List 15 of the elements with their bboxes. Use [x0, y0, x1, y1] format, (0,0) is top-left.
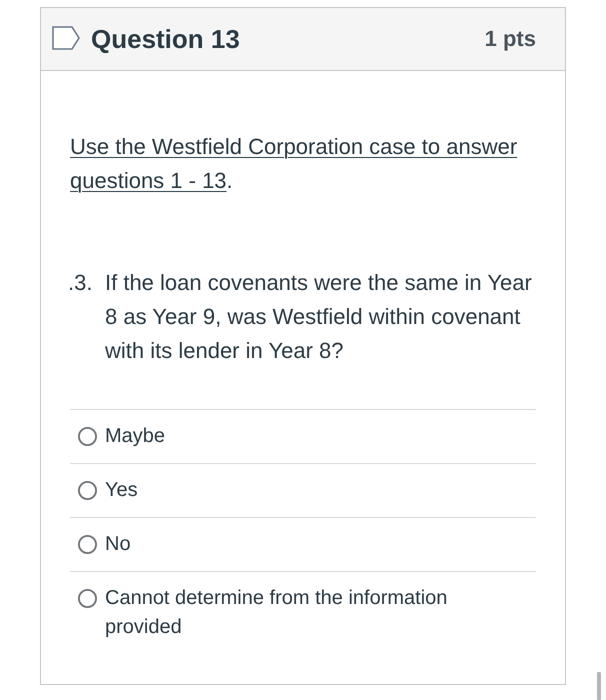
answer-option[interactable]: Yes [105, 476, 138, 505]
question-number: .3. [68, 269, 94, 297]
radio-button[interactable] [78, 427, 97, 446]
radio-button[interactable] [78, 589, 97, 608]
answer-option[interactable]: Maybe [105, 422, 166, 451]
radio-button[interactable] [78, 481, 97, 500]
answer-option[interactable]: No [105, 530, 131, 559]
scrollbar-thumb[interactable] [597, 672, 601, 700]
question-text: If the loan covenants were the same in Year 8 as Year 9, was Westfield within covenant with its lender in Year 8? [105, 269, 533, 365]
answer-option[interactable]: Cannot determine from the information provided [105, 584, 465, 642]
points-label: 1 pts [484, 26, 536, 52]
case-link[interactable]: Use the Westfield Corporation case to answer questions 1 - 13. [70, 130, 536, 198]
question-title: Question 13 [91, 24, 241, 54]
radio-button[interactable] [78, 535, 97, 554]
tag-icon[interactable] [52, 26, 80, 50]
